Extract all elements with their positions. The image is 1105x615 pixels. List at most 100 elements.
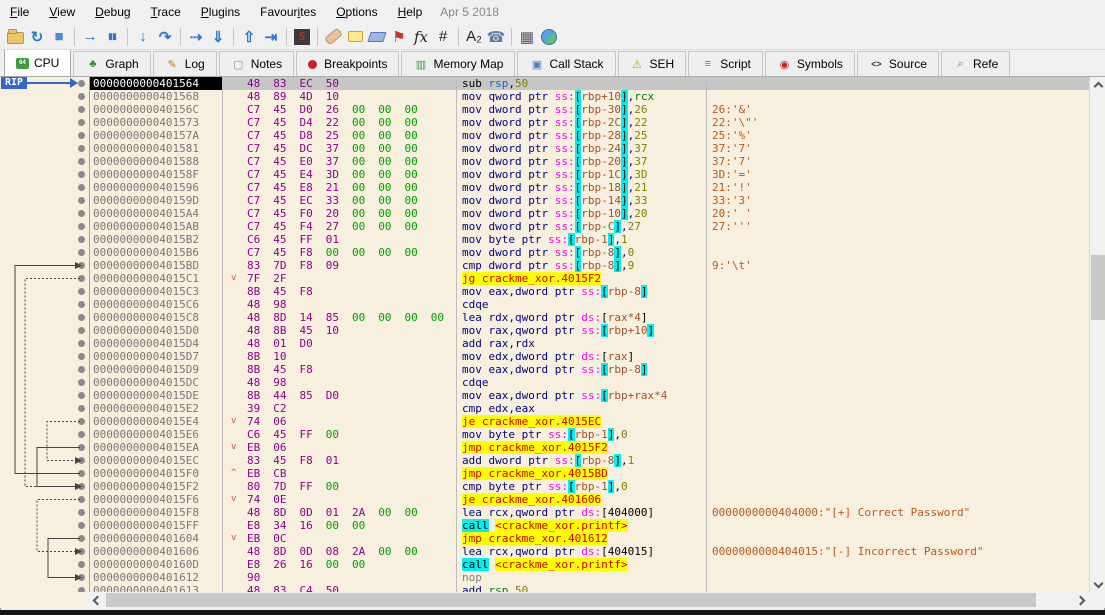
disasm-row[interactable]: 000000000040156848894D10mov qword ptr ss… <box>0 90 1089 103</box>
instruction-cell[interactable]: jmp crackme_xor.401612 <box>456 532 706 545</box>
address-cell[interactable]: 00000000004015C6 <box>89 298 222 311</box>
address-cell[interactable]: 0000000000401612 <box>89 571 222 584</box>
globe-icon[interactable] <box>538 26 560 48</box>
address-cell[interactable]: 000000000040158F <box>89 168 222 181</box>
seh-chain-icon[interactable]: S <box>291 26 313 48</box>
instruction-cell[interactable]: lea rcx,qword ptr ds:[404000] <box>456 506 706 519</box>
instruction-cell[interactable]: sub rsp,50 <box>456 77 706 90</box>
pause-icon[interactable]: ▮▮ <box>101 26 123 48</box>
disasm-row[interactable]: 000000000040157AC745D825000000mov dword … <box>0 129 1089 142</box>
instruction-cell[interactable]: mov byte ptr ss:[rbp-1],1 <box>456 233 706 246</box>
address-cell[interactable]: 00000000004015DC <box>89 376 222 389</box>
comment-cell[interactable] <box>706 584 1089 592</box>
comment-cell[interactable]: 0000000000404000:"[+] Correct Password" <box>706 506 1089 519</box>
comment-cell[interactable] <box>706 376 1089 389</box>
comment-cell[interactable] <box>706 389 1089 402</box>
disasm-row[interactable]: 00000000004015FFE834160000call <crackme_… <box>0 519 1089 532</box>
bytes-cell[interactable]: 4883C450 <box>222 584 456 592</box>
disasm-row[interactable]: 00000000004015DE8B4485D0mov eax,dword pt… <box>0 389 1089 402</box>
bytes-cell[interactable]: C745D026000000 <box>222 103 456 116</box>
instruction-cell[interactable]: cdqe <box>456 298 706 311</box>
execute-till-return-icon[interactable]: ⇓ <box>207 26 229 48</box>
disasm-row[interactable]: 00000000004015B2C645FF01mov byte ptr ss:… <box>0 233 1089 246</box>
bytes-cell[interactable]: C745D825000000 <box>222 129 456 142</box>
menu-trace[interactable]: Trace <box>141 0 191 24</box>
disasm-row[interactable]: 0000000000401606488D0D082A0000lea rcx,qw… <box>0 545 1089 558</box>
comment-cell[interactable] <box>706 337 1089 350</box>
instruction-cell[interactable]: lea rdx,qword ptr ds:[rax*4] <box>456 311 706 324</box>
disasm-row[interactable]: 00000000004015BD837DF809cmp dword ptr ss… <box>0 259 1089 272</box>
comment-cell[interactable] <box>706 519 1089 532</box>
bytes-cell[interactable]: v7F2F <box>222 272 456 285</box>
menu-help[interactable]: Help <box>388 0 433 24</box>
disasm-row[interactable]: 00000000004016134883C450add rsp,50 <box>0 584 1089 592</box>
comment-cell[interactable] <box>706 77 1089 90</box>
instruction-cell[interactable]: lea rcx,qword ptr ds:[404015] <box>456 545 706 558</box>
instruction-cell[interactable]: mov eax,dword ptr ss:[rbp-8] <box>456 363 706 376</box>
address-cell[interactable]: 00000000004015AB <box>89 220 222 233</box>
tab-refe[interactable]: ⌕Refe <box>941 51 1010 76</box>
bytes-cell[interactable]: 8B45F8 <box>222 363 456 376</box>
disasm-row[interactable]: 0000000000401588C745E037000000mov dword … <box>0 155 1089 168</box>
bytes-cell[interactable]: 8B4485D0 <box>222 389 456 402</box>
instruction-cell[interactable]: mov dword ptr ss:[rbp-C],27 <box>456 220 706 233</box>
instruction-cell[interactable]: mov eax,dword ptr ss:[rbp-8] <box>456 285 706 298</box>
bytes-cell[interactable]: 488D0D082A0000 <box>222 545 456 558</box>
comment-cell[interactable] <box>706 480 1089 493</box>
bytes-cell[interactable]: C745E43D000000 <box>222 168 456 181</box>
address-cell[interactable]: 00000000004015D9 <box>89 363 222 376</box>
instruction-cell[interactable]: nop <box>456 571 706 584</box>
bytes-cell[interactable]: C645FF01 <box>222 233 456 246</box>
menu-debug[interactable]: Debug <box>85 0 140 24</box>
tab-notes[interactable]: ▢Notes <box>219 51 294 76</box>
address-cell[interactable]: 000000000040159D <box>89 194 222 207</box>
disasm-row[interactable]: 00000000004015D44801D0add rax,rdx <box>0 337 1089 350</box>
address-cell[interactable]: 0000000000401588 <box>89 155 222 168</box>
disasm-row[interactable]: 00000000004015DC4898cdqe <box>0 376 1089 389</box>
run-to-icon[interactable]: ⇢ <box>185 26 207 48</box>
bytes-cell[interactable]: 807DFF00 <box>222 480 456 493</box>
comment-cell[interactable] <box>706 571 1089 584</box>
tab-graph[interactable]: ♣Graph <box>73 51 150 76</box>
comment-cell[interactable] <box>706 493 1089 506</box>
address-cell[interactable]: 00000000004015E2 <box>89 402 222 415</box>
font-icon[interactable]: A₂ <box>463 26 485 48</box>
address-cell[interactable]: 00000000004015EA <box>89 441 222 454</box>
instruction-cell[interactable]: mov dword ptr ss:[rbp-8],0 <box>456 246 706 259</box>
instruction-cell[interactable]: mov qword ptr ss:[rbp+10],rcx <box>456 90 706 103</box>
column-divider[interactable] <box>89 77 90 592</box>
bytes-cell[interactable]: 4883EC50 <box>222 77 456 90</box>
disasm-row[interactable]: 000000000040161290nop <box>0 571 1089 584</box>
address-cell[interactable]: 00000000004015DE <box>89 389 222 402</box>
tab-call-stack[interactable]: ▣Call Stack <box>517 51 615 76</box>
disasm-row[interactable]: 00000000004015644883EC50sub rsp,50 <box>0 77 1089 90</box>
instruction-cell[interactable]: mov dword ptr ss:[rbp-14],33 <box>456 194 706 207</box>
disasm-row[interactable]: 00000000004015F6v740Eje crackme_xor.4016… <box>0 493 1089 506</box>
bytes-cell[interactable]: 4898 <box>222 376 456 389</box>
address-cell[interactable]: 00000000004015F2 <box>89 480 222 493</box>
tab-memory-map[interactable]: ▥Memory Map <box>401 51 515 76</box>
address-cell[interactable]: 00000000004015C8 <box>89 311 222 324</box>
instruction-cell[interactable]: mov dword ptr ss:[rbp-2C],22 <box>456 116 706 129</box>
comment-cell[interactable] <box>706 285 1089 298</box>
disasm-row[interactable]: 00000000004015F2807DFF00cmp byte ptr ss:… <box>0 480 1089 493</box>
address-cell[interactable]: 000000000040157A <box>89 129 222 142</box>
comment-cell[interactable] <box>706 558 1089 571</box>
address-cell[interactable]: 00000000004015FF <box>89 519 222 532</box>
disasm-row[interactable]: 0000000000401573C745D422000000mov dword … <box>0 116 1089 129</box>
bytes-cell[interactable]: C745EC33000000 <box>222 194 456 207</box>
bytes-cell[interactable]: C745F427000000 <box>222 220 456 233</box>
bytes-cell[interactable]: v7406 <box>222 415 456 428</box>
tab-cpu[interactable]: 64CPU <box>4 50 71 77</box>
scroll-left-button[interactable] <box>88 592 104 608</box>
instruction-cell[interactable]: add dword ptr ss:[rbp-8],1 <box>456 454 706 467</box>
disasm-row[interactable]: 0000000000401581C745DC37000000mov dword … <box>0 142 1089 155</box>
comment-cell[interactable] <box>706 441 1089 454</box>
menu-plugins[interactable]: Plugins <box>191 0 250 24</box>
run-icon[interactable]: → <box>79 26 101 48</box>
instruction-cell[interactable]: mov dword ptr ss:[rbp-30],26 <box>456 103 706 116</box>
hash-icon[interactable]: # <box>432 26 454 48</box>
address-cell[interactable]: 0000000000401581 <box>89 142 222 155</box>
bytes-cell[interactable]: E834160000 <box>222 519 456 532</box>
comment-cell[interactable]: 3D:'=' <box>706 168 1089 181</box>
